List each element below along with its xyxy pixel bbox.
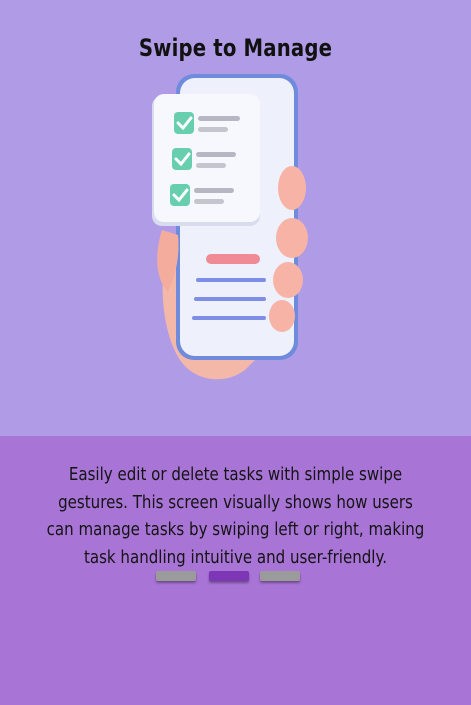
page-indicator-3[interactable]	[260, 571, 300, 581]
page-indicator-2[interactable]	[209, 571, 249, 581]
page-title: Swipe to Manage	[138, 34, 333, 62]
pagination-dots	[0, 571, 471, 585]
hand-holding-phone-with-checklist-icon	[140, 70, 320, 390]
page-indicator-1[interactable]	[156, 571, 196, 581]
page-description: Easily edit or delete tasks with simple …	[46, 465, 425, 568]
